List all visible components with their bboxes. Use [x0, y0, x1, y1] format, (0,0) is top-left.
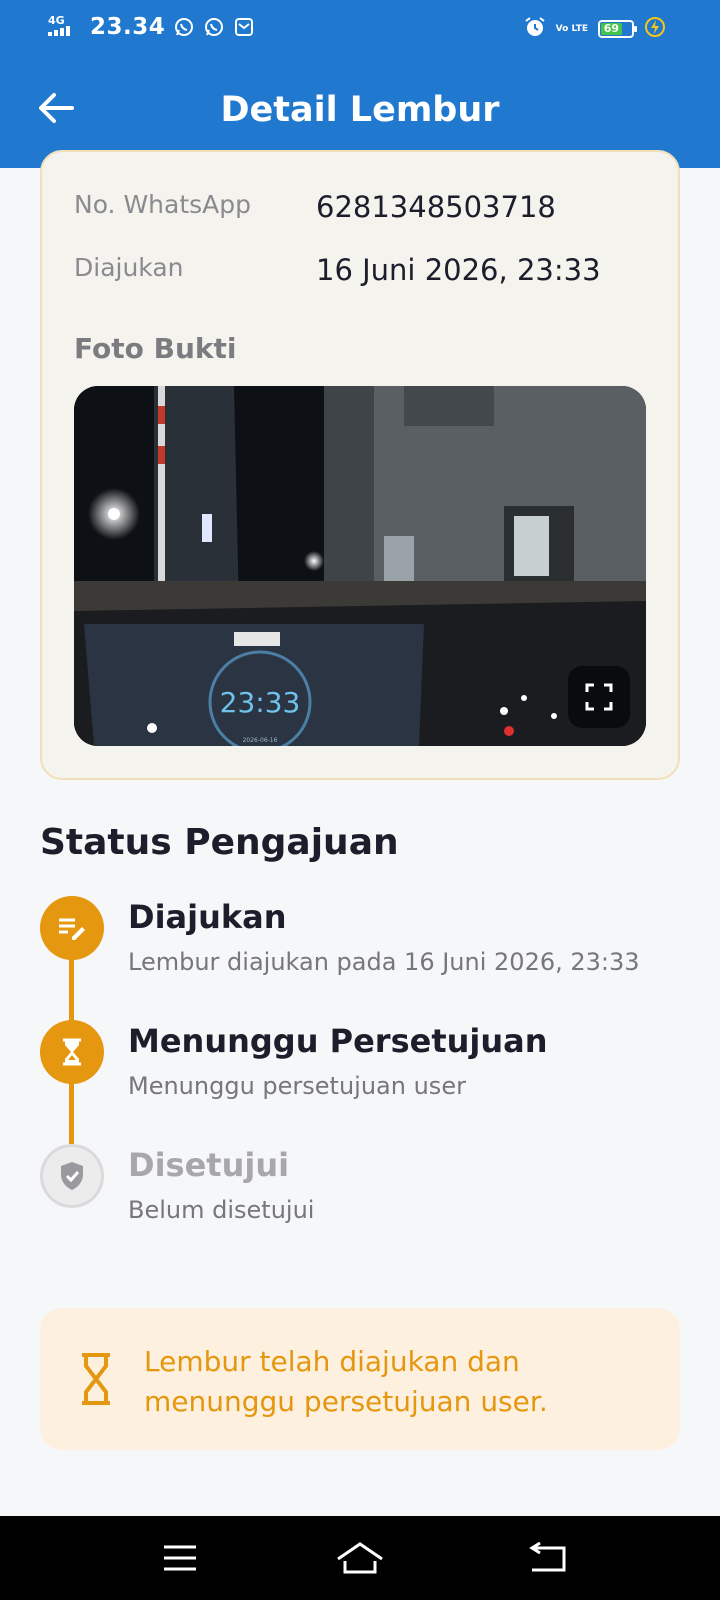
step-icon-waiting	[40, 1020, 104, 1084]
signal-icon: 4G	[48, 15, 82, 38]
message-icon	[233, 16, 255, 38]
status-time: 23.34	[90, 14, 166, 40]
menu-icon	[164, 1545, 196, 1571]
whatsapp-value: 6281348503718	[316, 190, 556, 224]
step-title: Disetujui	[128, 1146, 290, 1184]
hourglass-icon	[63, 1038, 81, 1066]
charging-icon	[644, 16, 666, 42]
whatsapp-icon	[173, 16, 195, 38]
detail-card: No. WhatsApp 6281348503718 Diajukan 16 J…	[40, 150, 680, 780]
step-description: Lembur diajukan pada 16 Juni 2026, 23:33	[128, 948, 640, 976]
shield-check-icon	[61, 1162, 83, 1190]
expand-photo-button[interactable]	[568, 666, 630, 728]
status-notice: Lembur telah diajukan dan menunggu perse…	[40, 1308, 680, 1450]
submitted-label: Diajukan	[74, 253, 184, 282]
status-left: 4G 23.34	[48, 14, 255, 40]
step-description: Menunggu persetujuan user	[128, 1072, 466, 1100]
home-button[interactable]	[332, 1536, 388, 1580]
step-icon-submitted	[40, 896, 104, 960]
home-icon	[337, 1542, 383, 1574]
notice-text: Lembur telah diajukan dan menunggu perse…	[144, 1345, 548, 1418]
photo-clock-text: 23:33	[220, 686, 301, 719]
whatsapp-label: No. WhatsApp	[74, 190, 252, 219]
fullscreen-icon	[585, 683, 613, 711]
back-icon	[529, 1542, 566, 1572]
menu-button[interactable]	[152, 1536, 208, 1580]
back-nav-button[interactable]	[520, 1536, 576, 1580]
volte-icon: Vo LTE	[555, 23, 588, 34]
battery-level: 69	[601, 23, 622, 35]
photo-date-text: 2026-06-16	[243, 737, 278, 744]
status-section-title: Status Pengajuan	[40, 822, 399, 863]
edit-note-icon	[59, 918, 85, 940]
whatsapp-icon	[203, 16, 225, 38]
navigation-bar	[0, 1516, 720, 1600]
step-icon-approved	[40, 1144, 104, 1208]
photo-label: Foto Bukti	[74, 332, 237, 365]
page-title: Detail Lembur	[220, 90, 500, 130]
alarm-icon	[524, 16, 546, 42]
proof-photo-image: 23:33 2026-06-16	[74, 386, 646, 746]
status-right: Vo LTE 69	[524, 16, 666, 42]
proof-photo[interactable]: 23:33 2026-06-16	[74, 386, 646, 746]
submitted-value: 16 Juni 2026, 23:33	[316, 253, 601, 287]
step-title: Diajukan	[128, 898, 287, 936]
battery-icon: 69	[598, 20, 637, 38]
status-bar: 4G 23.34 Vo LTE 69	[0, 0, 720, 58]
hourglass-icon	[80, 1352, 112, 1406]
step-title: Menunggu Persetujuan	[128, 1022, 548, 1060]
step-description: Belum disetujui	[128, 1196, 315, 1224]
